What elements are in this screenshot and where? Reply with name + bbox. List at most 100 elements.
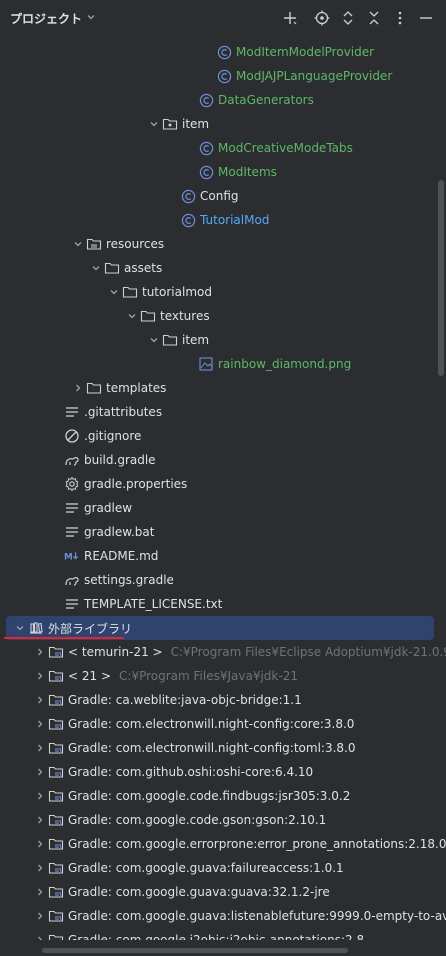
tree-row[interactable]: gradle.properties [0,472,446,496]
tree-item-label: .gitattributes [84,405,163,419]
chevron-down-icon[interactable] [124,308,140,324]
chevron-right-icon[interactable] [32,932,48,940]
tree-item-label: Gradle: com.google.code.findbugs:jsr305:… [68,789,351,803]
chevron-right-icon[interactable] [32,644,48,660]
tree-item-label: Gradle: com.google.guava:failureaccess:1… [68,861,344,875]
tree-row[interactable]: .gitignore [0,424,446,448]
chevron-down-icon[interactable] [146,116,162,132]
tree-row[interactable]: assets [0,256,446,280]
chevron-right-icon[interactable] [32,692,48,708]
image-file-icon [198,356,214,372]
chevron-right-icon[interactable] [32,668,48,684]
chevron-right-icon[interactable] [32,740,48,756]
chevron-right-icon[interactable] [32,788,48,804]
sdk-path: C:¥Program Files¥Eclipse Adoptium¥jdk-21… [170,645,446,659]
chevron-right-icon[interactable] [32,884,48,900]
more-icon[interactable] [390,8,410,28]
tree-row[interactable]: textures [0,304,446,328]
library-folder-icon [48,884,64,900]
tree-item-label: resources [106,237,165,251]
tree-item-label: gradle.properties [84,477,188,491]
class-icon [198,92,214,108]
chevron-right-icon[interactable] [32,836,48,852]
tree-row[interactable]: < temurin-21 > C:¥Program Files¥Eclipse A… [0,640,446,664]
tree-row[interactable]: item [0,328,446,352]
tree-row[interactable]: Gradle: com.google.j2objc:j2objc-annotat… [0,928,446,940]
tree-item-label: Gradle: com.google.code.gson:gson:2.10.1 [68,813,327,827]
tree-row[interactable]: TutorialMod [0,208,446,232]
locate-icon[interactable] [312,8,332,28]
chevron-down-icon[interactable] [146,332,162,348]
gradle-icon [64,572,80,588]
vertical-scrollbar[interactable] [438,180,444,376]
tree-row[interactable]: .gitattributes [0,400,446,424]
resources-folder-icon [86,236,102,252]
expand-all-icon[interactable] [338,8,358,28]
tree-row[interactable]: Config [0,184,446,208]
tree-item-label: item [182,333,210,347]
tree-row[interactable]: item [0,112,446,136]
folder-icon [104,260,120,276]
tree-row[interactable]: Gradle: com.google.guava:listenablefutur… [0,904,446,928]
tree-row[interactable]: resources [0,232,446,256]
tree-row[interactable]: build.gradle [0,448,446,472]
tree-row[interactable]: Gradle: com.github.oshi:oshi-core:6.4.10 [0,760,446,784]
hide-icon[interactable] [416,8,436,28]
tree-row[interactable]: TEMPLATE_LICENSE.txt [0,592,446,616]
horizontal-scrollbar[interactable] [42,948,348,953]
tree-row[interactable]: M README.md [0,544,446,568]
tree-row[interactable]: Gradle: com.google.guava:failureaccess:1… [0,856,446,880]
tree-item-label: Gradle: com.google.guava:guava:32.1.2-jr… [68,885,330,899]
collapse-all-icon[interactable] [364,8,384,28]
tree-item-label: TutorialMod [200,213,270,227]
chevron-right-icon[interactable] [32,716,48,732]
tree-row[interactable]: ModJAJPLanguageProvider [0,64,446,88]
chevron-down-icon[interactable] [70,236,86,252]
tree-row[interactable]: Gradle: com.google.code.findbugs:jsr305:… [0,784,446,808]
tree-item-label: < 21 > [68,669,112,683]
text-file-icon [64,596,80,612]
chevron-down-icon[interactable] [106,284,122,300]
tree-row[interactable]: ModItemModelProvider [0,40,446,64]
add-icon[interactable] [280,8,300,28]
chevron-down-icon[interactable] [12,620,28,636]
class-icon [180,188,196,204]
tree-row[interactable]: Gradle: com.electronwill.night-config:co… [0,712,446,736]
project-view-selector[interactable]: プロジェクト [10,10,96,27]
library-folder-icon [48,932,64,940]
sdk-path: C:¥Program Files¥Java¥jdk-21 [119,669,298,683]
tree-row[interactable]: Gradle: com.google.errorprone:error_pron… [0,832,446,856]
chevron-right-icon[interactable] [32,812,48,828]
tree-row[interactable]: DataGenerators [0,88,446,112]
tree-row[interactable]: gradlew [0,496,446,520]
ignore-file-icon [64,428,80,444]
tree-item-label: assets [124,261,163,275]
library-folder-icon [48,908,64,924]
class-icon [216,44,232,60]
project-tree[interactable]: ModItemModelProvider ModJAJPLanguageProvi… [0,40,446,940]
tree-row[interactable]: tutorialmod [0,280,446,304]
tree-item-label: gradlew [84,501,133,515]
tree-row[interactable]: Gradle: com.google.code.gson:gson:2.10.1 [0,808,446,832]
chevron-right-icon[interactable] [70,380,86,396]
tree-item-label: ModItemModelProvider [236,45,375,59]
tree-row[interactable]: rainbow_diamond.png [0,352,446,376]
tree-item-label: 外部ライブラリ [48,621,133,636]
chevron-down-icon[interactable] [88,260,104,276]
tree-row[interactable]: Gradle: com.google.guava:guava:32.1.2-jr… [0,880,446,904]
tree-row[interactable]: settings.gradle [0,568,446,592]
tree-row[interactable]: Gradle: ca.weblite:java-objc-bridge:1.1 [0,688,446,712]
library-folder-icon [48,644,64,660]
tree-item-label: Config [200,189,239,203]
chevron-right-icon[interactable] [32,764,48,780]
tree-item-label: ModJAJPLanguageProvider [236,69,393,83]
tree-row[interactable]: gradlew.bat [0,520,446,544]
chevron-right-icon[interactable] [32,908,48,924]
tree-row[interactable]: Gradle: com.electronwill.night-config:to… [0,736,446,760]
red-underline-annotation [4,637,124,639]
tree-row[interactable]: < 21 > C:¥Program Files¥Java¥jdk-21 [0,664,446,688]
tree-row[interactable]: templates [0,376,446,400]
tree-row[interactable]: ModItems [0,160,446,184]
tree-row[interactable]: ModCreativeModeTabs [0,136,446,160]
chevron-right-icon[interactable] [32,860,48,876]
